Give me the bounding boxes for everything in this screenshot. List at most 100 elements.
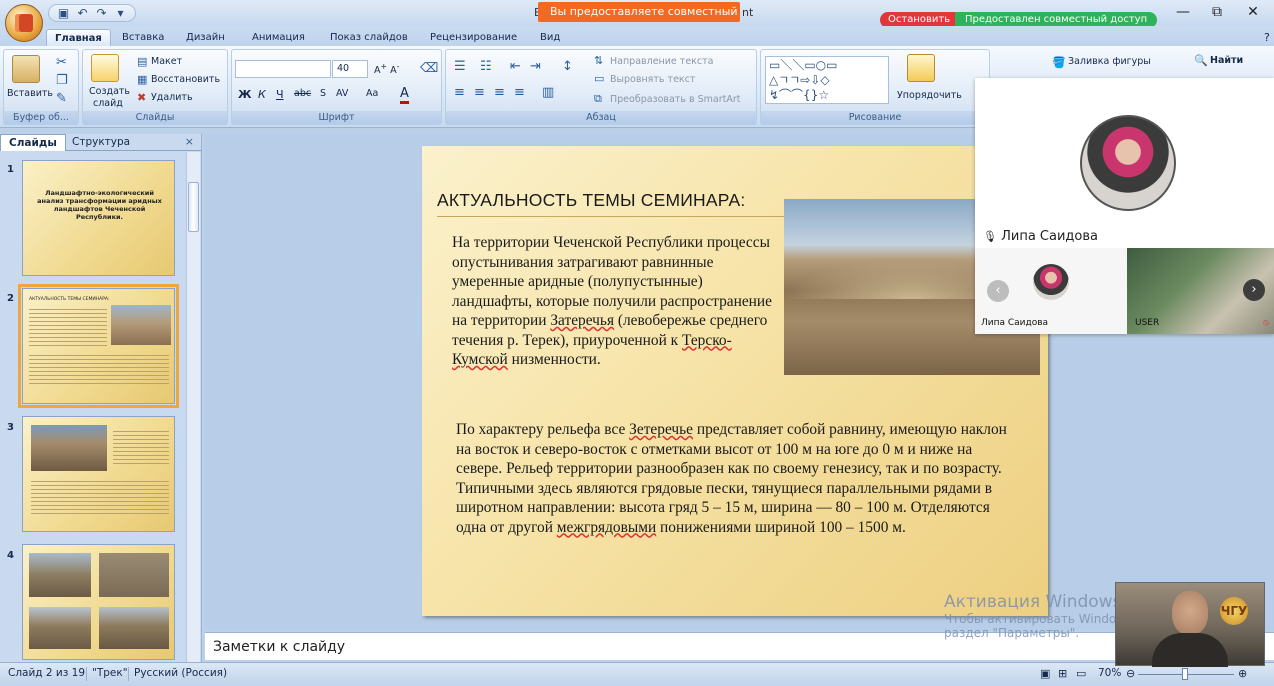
thumbnail-photo xyxy=(29,607,91,649)
redo-icon[interactable]: ↷ xyxy=(95,6,108,20)
window-title-tail: nt xyxy=(742,6,754,19)
align-left-icon[interactable]: ≡ xyxy=(454,86,465,100)
justify-icon[interactable]: ≡ xyxy=(514,86,525,100)
text-direction-button[interactable]: Направление текста xyxy=(610,56,714,67)
bold-icon[interactable]: Ж xyxy=(238,88,251,101)
italic-icon[interactable]: К xyxy=(258,88,266,101)
tab-home[interactable]: Главная xyxy=(46,29,111,46)
next-participants-icon[interactable]: › xyxy=(1243,279,1265,301)
microphone-icon: 🎙 xyxy=(983,230,997,243)
align-right-icon[interactable]: ≡ xyxy=(494,86,505,100)
tab-view[interactable]: Вид xyxy=(532,29,568,46)
columns-icon[interactable]: ▥ xyxy=(542,86,554,100)
grow-font-icon[interactable]: A+ A- xyxy=(374,62,400,76)
change-case-icon[interactable]: Aa xyxy=(366,88,378,99)
slide-thumbnail-3[interactable] xyxy=(22,416,175,532)
format-painter-icon[interactable]: ✎ xyxy=(56,92,67,106)
cut-icon[interactable]: ✂ xyxy=(56,56,67,70)
new-slide-line2[interactable]: слайд xyxy=(93,98,123,109)
decrease-indent-icon[interactable]: ⇤ xyxy=(510,60,521,74)
office-logo-icon xyxy=(15,14,33,32)
paste-button[interactable]: Вставить xyxy=(7,88,53,99)
font-name-select[interactable] xyxy=(235,60,331,78)
slide-paragraph-2[interactable]: По характеру рельефа все Зетеречье предс… xyxy=(456,420,1016,537)
char-spacing-icon[interactable]: AV xyxy=(336,88,348,99)
new-slide-icon[interactable] xyxy=(91,54,119,82)
slideshow-view-icon[interactable]: ▭ xyxy=(1076,667,1086,680)
tab-review[interactable]: Рецензирование xyxy=(422,29,525,46)
drawing-group-label: Рисование xyxy=(761,111,989,124)
title-bar: ▣ ↶ ↷ ▾ Е Вы предоставляете совместный д… xyxy=(0,0,1274,28)
find-button[interactable]: Найти xyxy=(1210,55,1243,66)
undo-icon[interactable]: ↶ xyxy=(76,6,89,20)
help-icon[interactable]: ? xyxy=(1256,29,1274,46)
align-text-button[interactable]: Выровнять текст xyxy=(610,74,695,85)
paste-icon[interactable] xyxy=(12,55,40,83)
slide-thumbnail-4[interactable] xyxy=(22,544,175,660)
tab-outline[interactable]: Структура xyxy=(64,134,138,151)
screen-share-banner[interactable]: Вы предоставляете совместный д... xyxy=(538,2,740,22)
slide-sorter-icon[interactable]: ⊞ xyxy=(1058,667,1067,680)
slide-counter: Слайд 2 из 19 xyxy=(8,667,86,679)
zoom-slider-handle[interactable] xyxy=(1182,668,1188,680)
arrange-icon[interactable] xyxy=(907,54,935,82)
restore-icon: ▦ xyxy=(137,73,148,86)
customize-qat-icon[interactable]: ▾ xyxy=(114,6,127,20)
slide-thumbnail-1[interactable]: Ландшафтно-экологический анализ трансфор… xyxy=(22,160,175,276)
restore-button[interactable]: Восстановить xyxy=(151,74,220,85)
slide-title[interactable]: АКТУАЛЬНОСТЬ ТЕМЫ СЕМИНАРА: xyxy=(437,190,745,211)
align-center-icon[interactable]: ≡ xyxy=(474,86,485,100)
slides-pane-scrollbar[interactable] xyxy=(186,152,200,662)
zoom-out-icon[interactable]: ⊖ xyxy=(1126,667,1135,680)
zoom-level[interactable]: 70% xyxy=(1098,667,1121,679)
font-size-select[interactable]: 40 xyxy=(332,60,368,78)
numbering-icon[interactable]: ☷ xyxy=(480,60,492,74)
layout-button[interactable]: Макет xyxy=(151,56,182,67)
language-indicator[interactable]: Русский (Россия) xyxy=(134,667,227,679)
participant-1-name: Липа Саидова xyxy=(981,318,1049,328)
slide-paragraph-1[interactable]: На территории Чеченской Республики проце… xyxy=(452,233,782,370)
underline-icon[interactable]: Ч xyxy=(276,88,284,101)
arrange-button[interactable]: Упорядочить xyxy=(897,90,962,101)
office-button[interactable] xyxy=(5,4,43,42)
minimize-button[interactable]: — xyxy=(1166,2,1200,22)
shapes-gallery[interactable]: ▭＼＼▭○▭ △ㄱㄱ⇨⇩◇ ↯⌒⌒{}☆ xyxy=(765,56,889,104)
increase-indent-icon[interactable]: ⇥ xyxy=(530,60,541,74)
text-shadow-icon[interactable]: S xyxy=(320,88,326,99)
thumbnail-photo xyxy=(31,425,107,471)
convert-smartart-button[interactable]: Преобразовать в SmartArt xyxy=(610,94,740,105)
bullets-icon[interactable]: ☰ xyxy=(454,60,466,74)
powerpoint-window: ▣ ↶ ↷ ▾ Е Вы предоставляете совместный д… xyxy=(0,0,1274,686)
tab-animation[interactable]: Анимация xyxy=(244,29,313,46)
paragraph-2-underlined-a: Зетеречье xyxy=(629,421,693,438)
save-icon[interactable]: ▣ xyxy=(57,6,70,20)
close-pane-icon[interactable]: × xyxy=(185,135,194,148)
layout-icon: ▤ xyxy=(137,55,148,68)
font-color-icon[interactable]: A xyxy=(400,86,409,104)
thumbnail-photo xyxy=(29,553,91,597)
new-slide-line1[interactable]: Создать xyxy=(89,86,130,97)
thumbnail-title: Ландшафтно-экологический анализ трансфор… xyxy=(37,189,162,221)
shape-fill-button[interactable]: Заливка фигуры xyxy=(1068,56,1151,67)
previous-participants-icon[interactable]: ‹ xyxy=(987,280,1009,302)
close-button[interactable]: ✕ xyxy=(1236,2,1270,22)
slides-pane-tabs: Слайды Структура × xyxy=(0,134,202,151)
zoom-in-icon[interactable]: ⊕ xyxy=(1238,667,1247,680)
clear-format-icon[interactable]: ⌫ xyxy=(420,62,438,76)
scrollbar-thumb[interactable] xyxy=(188,182,199,232)
find-icon: 🔍 xyxy=(1194,54,1208,67)
delete-slide-button[interactable]: Удалить xyxy=(151,92,193,103)
tab-insert[interactable]: Вставка xyxy=(114,29,172,46)
strikethrough-icon[interactable]: abc xyxy=(294,88,311,99)
tab-slides[interactable]: Слайды xyxy=(0,134,66,151)
normal-view-icon[interactable]: ▣ xyxy=(1040,667,1050,680)
tab-design[interactable]: Дизайн xyxy=(178,29,233,46)
maximize-button[interactable]: ⧉ xyxy=(1200,2,1234,22)
speaker-name: Липа Саидова xyxy=(1001,229,1098,244)
copy-icon[interactable]: ❐ xyxy=(56,74,68,88)
self-view-video[interactable]: ЧГУ xyxy=(1115,582,1265,667)
tab-slideshow[interactable]: Показ слайдов xyxy=(322,29,416,46)
slide-thumbnail-2[interactable]: АКТУАЛЬНОСТЬ ТЕМЫ СЕМИНАРА: xyxy=(18,284,179,408)
line-spacing-icon[interactable]: ↕ xyxy=(562,60,573,74)
font-group-label: Шрифт xyxy=(232,111,441,124)
